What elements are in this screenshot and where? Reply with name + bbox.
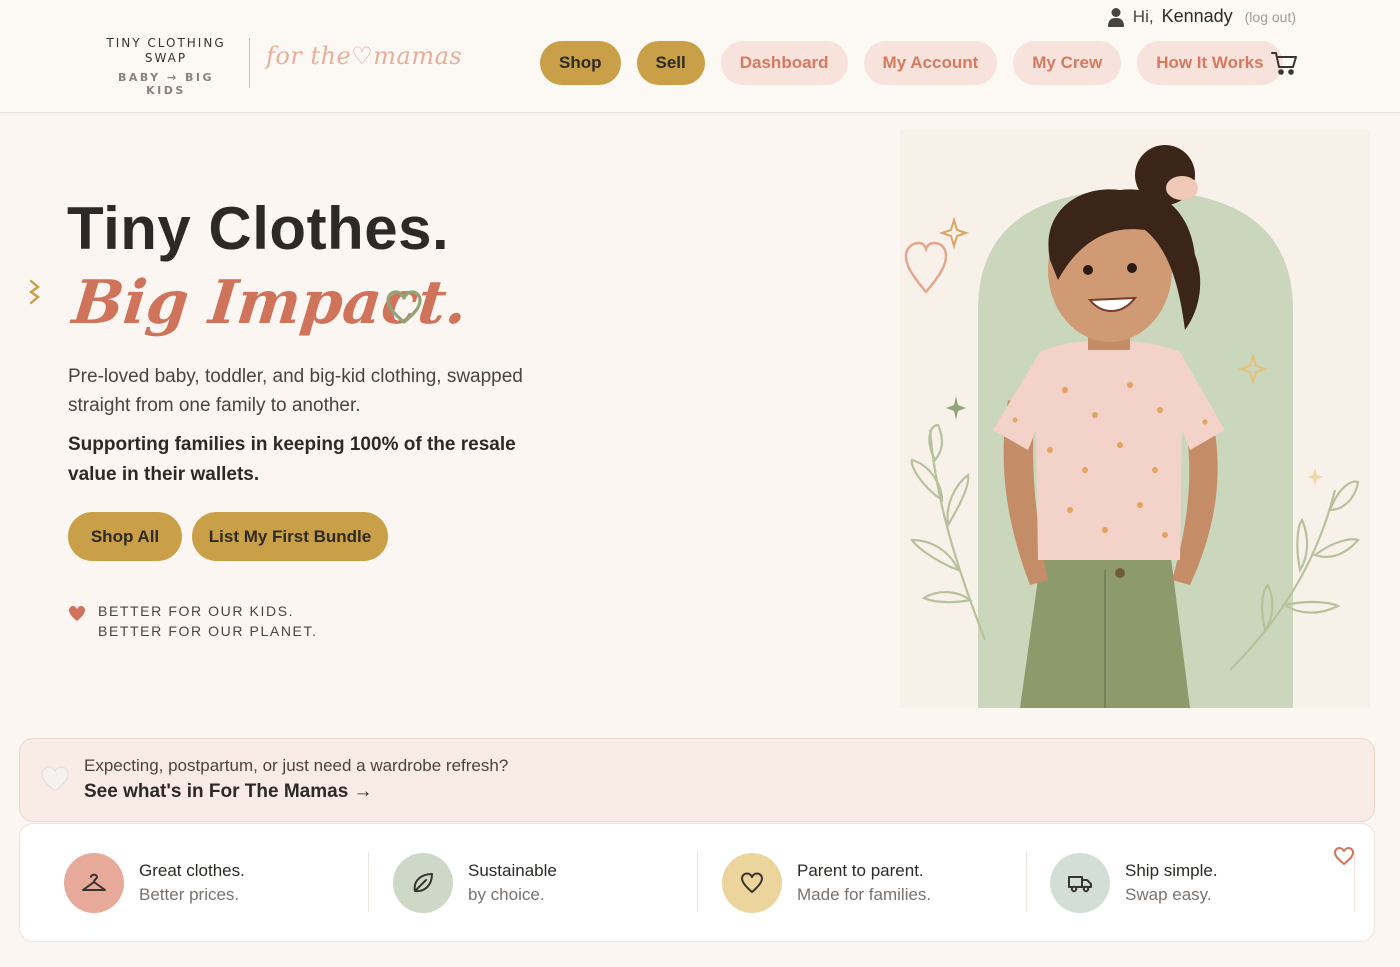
feature-title: Great clothes.	[139, 860, 245, 880]
white-heart-icon	[41, 766, 69, 792]
nav-dashboard-button[interactable]: Dashboard	[720, 41, 848, 85]
tagline-line2: BETTER FOR OUR PLANET.	[98, 623, 318, 639]
feature-divider	[368, 852, 369, 912]
logo-line1: TINY CLOTHING	[106, 36, 226, 50]
favorite-heart-icon[interactable]	[1333, 846, 1355, 866]
main-nav: Shop Sell Dashboard My Account My Crew H…	[540, 41, 1283, 85]
logo-line3: BABY → BIG KIDS	[117, 71, 215, 97]
feature-parent-to-parent: Parent to parent. Made for families.	[722, 824, 931, 941]
list-first-bundle-button[interactable]: List My First Bundle	[192, 512, 388, 561]
hair-scrunchie	[1166, 176, 1198, 200]
hero-title-line1: Tiny Clothes.	[67, 195, 450, 262]
features-strip: Great clothes. Better prices. Sustainabl…	[19, 823, 1375, 942]
for-the-mamas-logo[interactable]: for the♡mamas	[266, 42, 462, 70]
user-greeting: Hi, Kennady (log out)	[1107, 6, 1296, 27]
mamas-banner-link[interactable]: See what's in For The Mamas →	[84, 781, 373, 803]
cart-icon[interactable]	[1270, 49, 1298, 77]
feature-title: Sustainable	[468, 860, 557, 880]
heart-filled-icon	[69, 606, 85, 621]
nav-my-account-button[interactable]: My Account	[863, 41, 998, 85]
logo-divider	[249, 38, 250, 88]
feature-subtitle: Swap easy.	[1125, 884, 1212, 904]
nav-how-it-works-button[interactable]: How It Works	[1137, 41, 1283, 85]
feature-title: Parent to parent.	[797, 860, 924, 880]
feature-great-clothes: Great clothes. Better prices.	[64, 824, 245, 941]
hero-child-illustration	[900, 130, 1370, 708]
tagline-line1: BETTER FOR OUR KIDS.	[98, 603, 295, 619]
site-header: Hi, Kennady (log out) TINY CLOTHING SWAP…	[0, 0, 1400, 113]
shop-all-button[interactable]: Shop All	[68, 512, 182, 561]
heart-icon	[741, 872, 763, 893]
feature-icon-circle	[722, 852, 782, 913]
user-name: Kennady	[1161, 6, 1233, 26]
hanger-icon	[82, 873, 106, 891]
feature-subtitle: Better prices.	[139, 884, 240, 904]
feature-sustainable: Sustainable by choice.	[393, 824, 557, 941]
feature-icon-circle	[1050, 852, 1110, 913]
heart-outline-icon	[386, 290, 422, 324]
logo-line2: SWAP	[144, 51, 188, 65]
feature-icon-circle	[393, 852, 453, 913]
truck-icon	[1068, 875, 1092, 892]
logout-link[interactable]: (log out)	[1245, 9, 1296, 25]
feature-subtitle: by choice.	[468, 884, 545, 904]
leaf-icon	[413, 872, 433, 892]
feature-divider	[1026, 852, 1027, 912]
feature-icon-circle	[64, 852, 124, 913]
feature-divider	[697, 852, 698, 912]
hero-subtitle: Pre-loved baby, toddler, and big-kid clo…	[68, 366, 523, 416]
nav-shop-button[interactable]: Shop	[540, 41, 621, 85]
feature-title: Ship simple.	[1125, 860, 1218, 880]
decorative-chevron-icon	[28, 279, 40, 305]
hero-tagline: BETTER FOR OUR KIDS. BETTER FOR OUR PLAN…	[68, 601, 318, 641]
greeting-prefix: Hi,	[1132, 6, 1154, 26]
hero-emphasis: Supporting families in keeping 100% of t…	[68, 434, 516, 485]
nav-sell-button[interactable]: Sell	[636, 41, 705, 85]
nav-my-crew-button[interactable]: My Crew	[1013, 41, 1122, 85]
site-logo[interactable]: TINY CLOTHING SWAP BABY → BIG KIDS	[96, 36, 236, 97]
feature-subtitle: Made for families.	[797, 884, 932, 904]
feature-ship-simple: Ship simple. Swap easy.	[1050, 824, 1218, 941]
for-the-mamas-banner[interactable]: Expecting, postpartum, or just need a wa…	[19, 738, 1375, 822]
user-icon	[1107, 7, 1124, 27]
mamas-banner-question: Expecting, postpartum, or just need a wa…	[84, 756, 509, 775]
